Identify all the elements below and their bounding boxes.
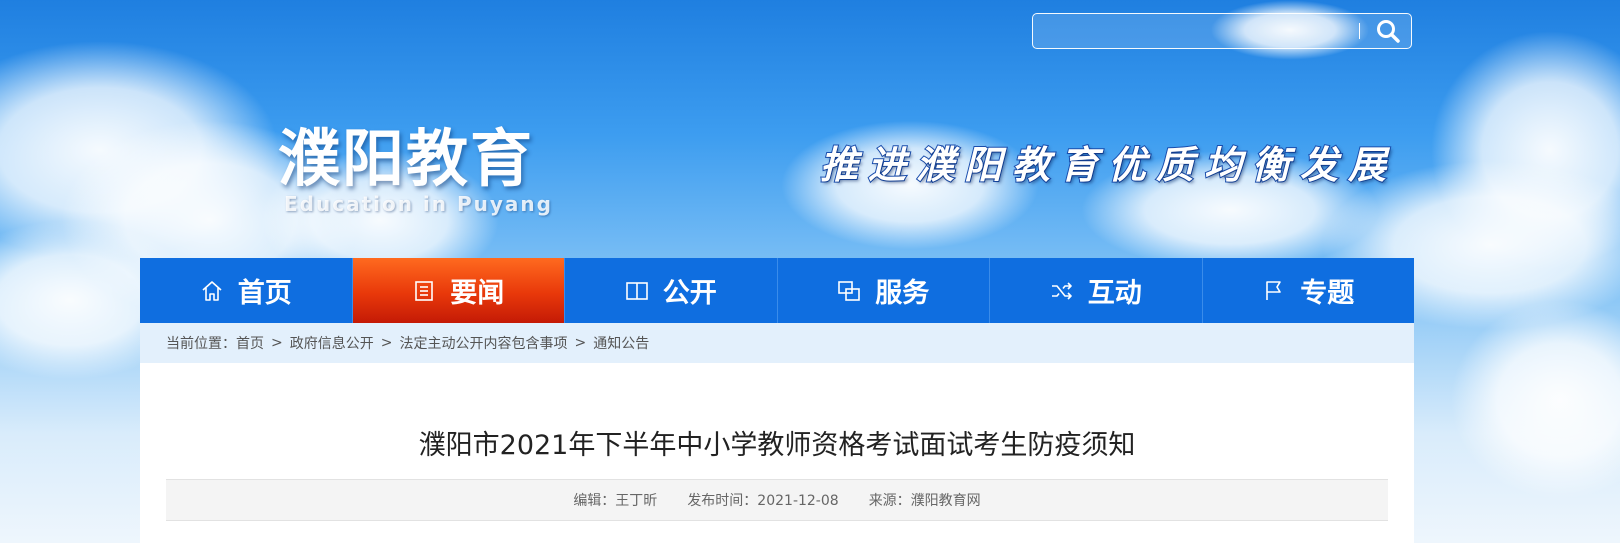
- service-icon: [838, 280, 861, 301]
- article-meta: 编辑：王丁昕 发布时间：2021-12-08 来源：濮阳教育网: [166, 479, 1388, 521]
- site-logo[interactable]: 濮阳教育 Education in Puyang: [278, 108, 553, 216]
- article-container: 濮阳市2021年下半年中小学教师资格考试面试考生防疫须知 编辑：王丁昕 发布时间…: [140, 363, 1414, 543]
- breadcrumb: 当前位置： 首页 > 政府信息公开 > 法定主动公开内容包含事项 > 通知公告: [140, 323, 1414, 363]
- nav-item-news[interactable]: 要闻: [352, 258, 565, 323]
- nav-item-topics[interactable]: 专题: [1203, 258, 1415, 323]
- breadcrumb-item-gov-info[interactable]: 政府信息公开: [290, 333, 374, 353]
- search-button[interactable]: [1373, 18, 1403, 44]
- flag-icon: [1266, 280, 1282, 300]
- header-slogan: 推进濮阳教育优质均衡发展: [819, 141, 1397, 188]
- nav-item-service[interactable]: 服务: [778, 258, 990, 323]
- article-editor: 编辑：王丁昕: [573, 493, 658, 509]
- article-date: 发布时间：2021-12-08: [687, 493, 839, 509]
- nav-item-label: 专题: [1300, 278, 1355, 309]
- nav-item-label: 互动: [1087, 278, 1142, 309]
- search-box[interactable]: [1032, 13, 1412, 49]
- open-book-icon: [625, 281, 648, 300]
- nav-item-label: 服务: [875, 278, 930, 309]
- nav-item-label: 要闻: [450, 278, 505, 309]
- breadcrumb-separator: >: [271, 335, 283, 351]
- nav-item-interact[interactable]: 互动: [990, 258, 1203, 323]
- document-icon: [415, 280, 434, 301]
- home-icon: [202, 280, 222, 301]
- main-nav: 首页 要闻 公开 服务 互动 专题: [140, 258, 1414, 323]
- breadcrumb-item-statutory[interactable]: 法定主动公开内容包含事项: [399, 333, 567, 353]
- article-source: 来源：濮阳教育网: [868, 493, 981, 509]
- nav-item-label: 首页: [237, 278, 292, 309]
- breadcrumb-item-home[interactable]: 首页: [236, 333, 264, 353]
- nav-item-home[interactable]: 首页: [140, 258, 353, 323]
- shuffle-icon: [1051, 281, 1072, 300]
- nav-item-label: 公开: [662, 278, 717, 309]
- breadcrumb-separator: >: [574, 335, 587, 351]
- breadcrumb-prefix: 当前位置：: [166, 336, 236, 352]
- search-divider: [1359, 23, 1360, 39]
- logo-chinese-text: 濮阳教育: [278, 122, 535, 195]
- nav-item-open[interactable]: 公开: [565, 258, 778, 323]
- search-input[interactable]: [1041, 18, 1375, 46]
- breadcrumb-separator: >: [380, 335, 393, 351]
- article-title: 濮阳市2021年下半年中小学教师资格考试面试考生防疫须知: [418, 430, 1136, 461]
- breadcrumb-item-notices[interactable]: 通知公告: [593, 333, 649, 353]
- search-icon: [1377, 20, 1400, 43]
- logo-english-text: Education in Puyang: [284, 192, 553, 216]
